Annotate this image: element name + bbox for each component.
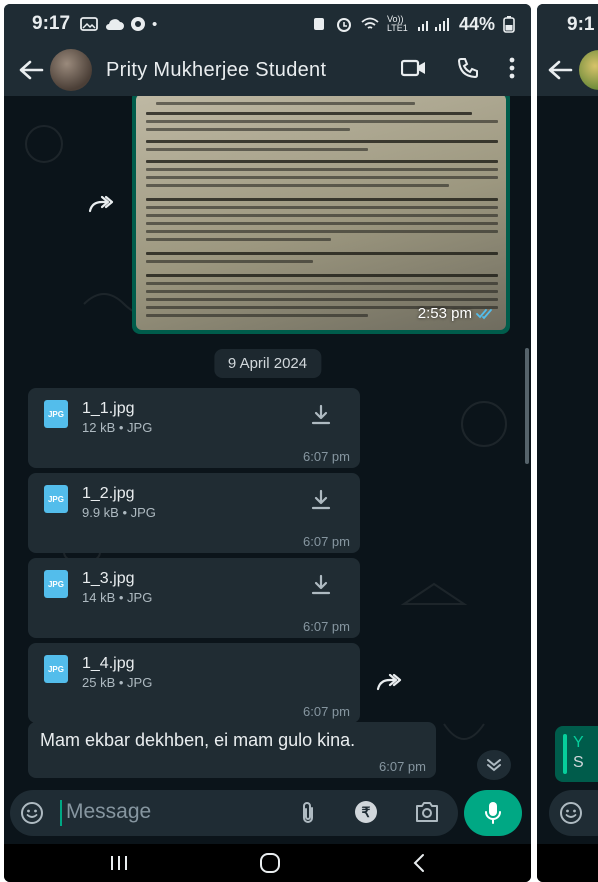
quote-bar xyxy=(563,734,567,774)
double-check-icon xyxy=(476,308,492,319)
recent-apps-icon[interactable] xyxy=(108,854,130,872)
phone-icon xyxy=(457,57,478,78)
header-actions xyxy=(400,57,531,84)
record-icon xyxy=(131,17,146,31)
scrollbar[interactable] xyxy=(525,348,529,464)
microphone-icon xyxy=(485,802,501,824)
battery-icon xyxy=(503,16,515,33)
jpg-file-icon: JPG xyxy=(44,570,68,598)
emoji-icon[interactable] xyxy=(559,801,583,825)
file-name: 1_1.jpg xyxy=(82,400,135,417)
emoji-icon[interactable] xyxy=(20,801,44,825)
avatar[interactable] xyxy=(50,49,92,91)
volte-text: Vo)) LTE1 xyxy=(386,14,408,33)
phone-screen: 9:17 • Vo)) LTE1 44% Prity Mukherjee Stu… xyxy=(4,4,531,882)
video-camera-icon xyxy=(400,59,425,76)
file-meta: 9.9 kB • JPG xyxy=(82,505,156,520)
dot-icon: • xyxy=(152,15,158,33)
message-composer: Message ₹ xyxy=(4,790,531,840)
download-icon[interactable] xyxy=(310,574,332,596)
text-cursor xyxy=(60,800,62,826)
date-divider: 9 April 2024 xyxy=(213,349,322,378)
text-message[interactable]: Mam ekbar dekhben, ei mam gulo kina. 6:0… xyxy=(28,722,436,778)
document-message[interactable]: JPG 1_1.jpg 12 kB • JPG 6:07 pm xyxy=(28,388,360,468)
message-input-field[interactable] xyxy=(549,790,598,836)
document-photo[interactable]: 2:53 pm xyxy=(136,94,506,330)
notification-icons: • xyxy=(80,16,157,33)
document-message[interactable]: JPG 1_4.jpg 25 kB • JPG 6:07 pm xyxy=(28,643,360,723)
message-timestamp: 6:07 pm xyxy=(303,449,350,464)
contact-name[interactable]: Prity Mukherjee Student xyxy=(106,59,326,82)
jpg-file-icon: JPG xyxy=(44,400,68,428)
wifi-icon xyxy=(361,17,379,29)
camera-icon[interactable] xyxy=(414,800,440,824)
cloud-icon xyxy=(106,19,125,30)
forward-button[interactable] xyxy=(370,662,410,702)
voice-message-button[interactable] xyxy=(464,790,522,836)
back-arrow-icon xyxy=(19,60,44,80)
chat-header: Prity Mukherjee Student xyxy=(4,44,531,96)
video-call-button[interactable] xyxy=(400,59,427,82)
message-timestamp: 6:07 pm xyxy=(303,534,350,549)
file-name: 1_3.jpg xyxy=(82,570,135,587)
second-phone-screen: 9:1 Y S xyxy=(537,4,598,882)
quote-text: S xyxy=(573,754,584,771)
file-meta: 12 kB • JPG xyxy=(82,420,153,435)
document-message[interactable]: JPG 1_2.jpg 9.9 kB • JPG 6:07 pm xyxy=(28,473,360,553)
attach-icon[interactable] xyxy=(300,801,316,825)
file-meta: 14 kB • JPG xyxy=(82,590,153,605)
back-button[interactable] xyxy=(14,53,48,87)
image-time: 2:53 pm xyxy=(417,305,472,322)
system-navigation-bar xyxy=(4,844,531,882)
forward-button[interactable] xyxy=(82,184,122,224)
avatar[interactable] xyxy=(579,50,598,90)
menu-button[interactable] xyxy=(509,57,515,84)
message-input-field[interactable]: Message ₹ xyxy=(10,790,458,836)
forward-icon xyxy=(376,673,402,691)
status-bar: 9:17 • Vo)) LTE1 44% xyxy=(4,4,531,44)
double-chevron-down-icon xyxy=(487,759,501,772)
message-list[interactable]: 2:53 pm 9 April 2024 JPG 1_1.jpg 12 kB •… xyxy=(4,90,531,788)
gallery-icon xyxy=(80,17,98,31)
file-name: 1_2.jpg xyxy=(82,485,135,502)
more-vertical-icon xyxy=(509,57,515,78)
message-timestamp: 6:07 pm xyxy=(303,704,350,719)
vibrate-icon xyxy=(313,18,324,30)
reply-message[interactable]: Y S xyxy=(555,726,598,782)
download-icon[interactable] xyxy=(310,404,332,426)
back-icon[interactable] xyxy=(411,852,427,874)
alarm-icon xyxy=(336,18,351,32)
signal-icon xyxy=(417,18,449,31)
message-placeholder: Message xyxy=(66,800,152,823)
scroll-to-bottom-button[interactable] xyxy=(477,750,511,780)
forward-icon xyxy=(88,195,114,213)
back-arrow-icon[interactable] xyxy=(547,59,573,81)
message-timestamp: 6:07 pm xyxy=(303,619,350,634)
file-meta: 25 kB • JPG xyxy=(82,675,153,690)
battery-level: 44% xyxy=(458,13,495,34)
message-text: Mam ekbar dekhben, ei mam gulo kina. xyxy=(40,730,356,750)
chat-header xyxy=(537,44,598,96)
status-time: 9:17 xyxy=(32,13,71,34)
payment-button[interactable]: ₹ xyxy=(355,801,377,823)
document-message[interactable]: JPG 1_3.jpg 14 kB • JPG 6:07 pm xyxy=(28,558,360,638)
status-bar: 9:1 xyxy=(537,4,598,44)
system-icons: Vo)) LTE1 44% xyxy=(311,14,515,35)
system-navigation-bar xyxy=(537,844,598,882)
file-name: 1_4.jpg xyxy=(82,655,135,672)
voice-call-button[interactable] xyxy=(457,57,479,84)
jpg-file-icon: JPG xyxy=(44,655,68,683)
message-timestamp: 2:53 pm xyxy=(418,305,494,322)
status-time: 9:1 xyxy=(567,14,595,35)
quote-author: Y xyxy=(573,734,584,751)
jpg-file-icon: JPG xyxy=(44,485,68,513)
download-icon[interactable] xyxy=(310,489,332,511)
message-timestamp: 6:07 pm xyxy=(379,759,426,774)
home-icon[interactable] xyxy=(258,852,282,874)
image-message[interactable]: 2:53 pm xyxy=(132,90,510,334)
